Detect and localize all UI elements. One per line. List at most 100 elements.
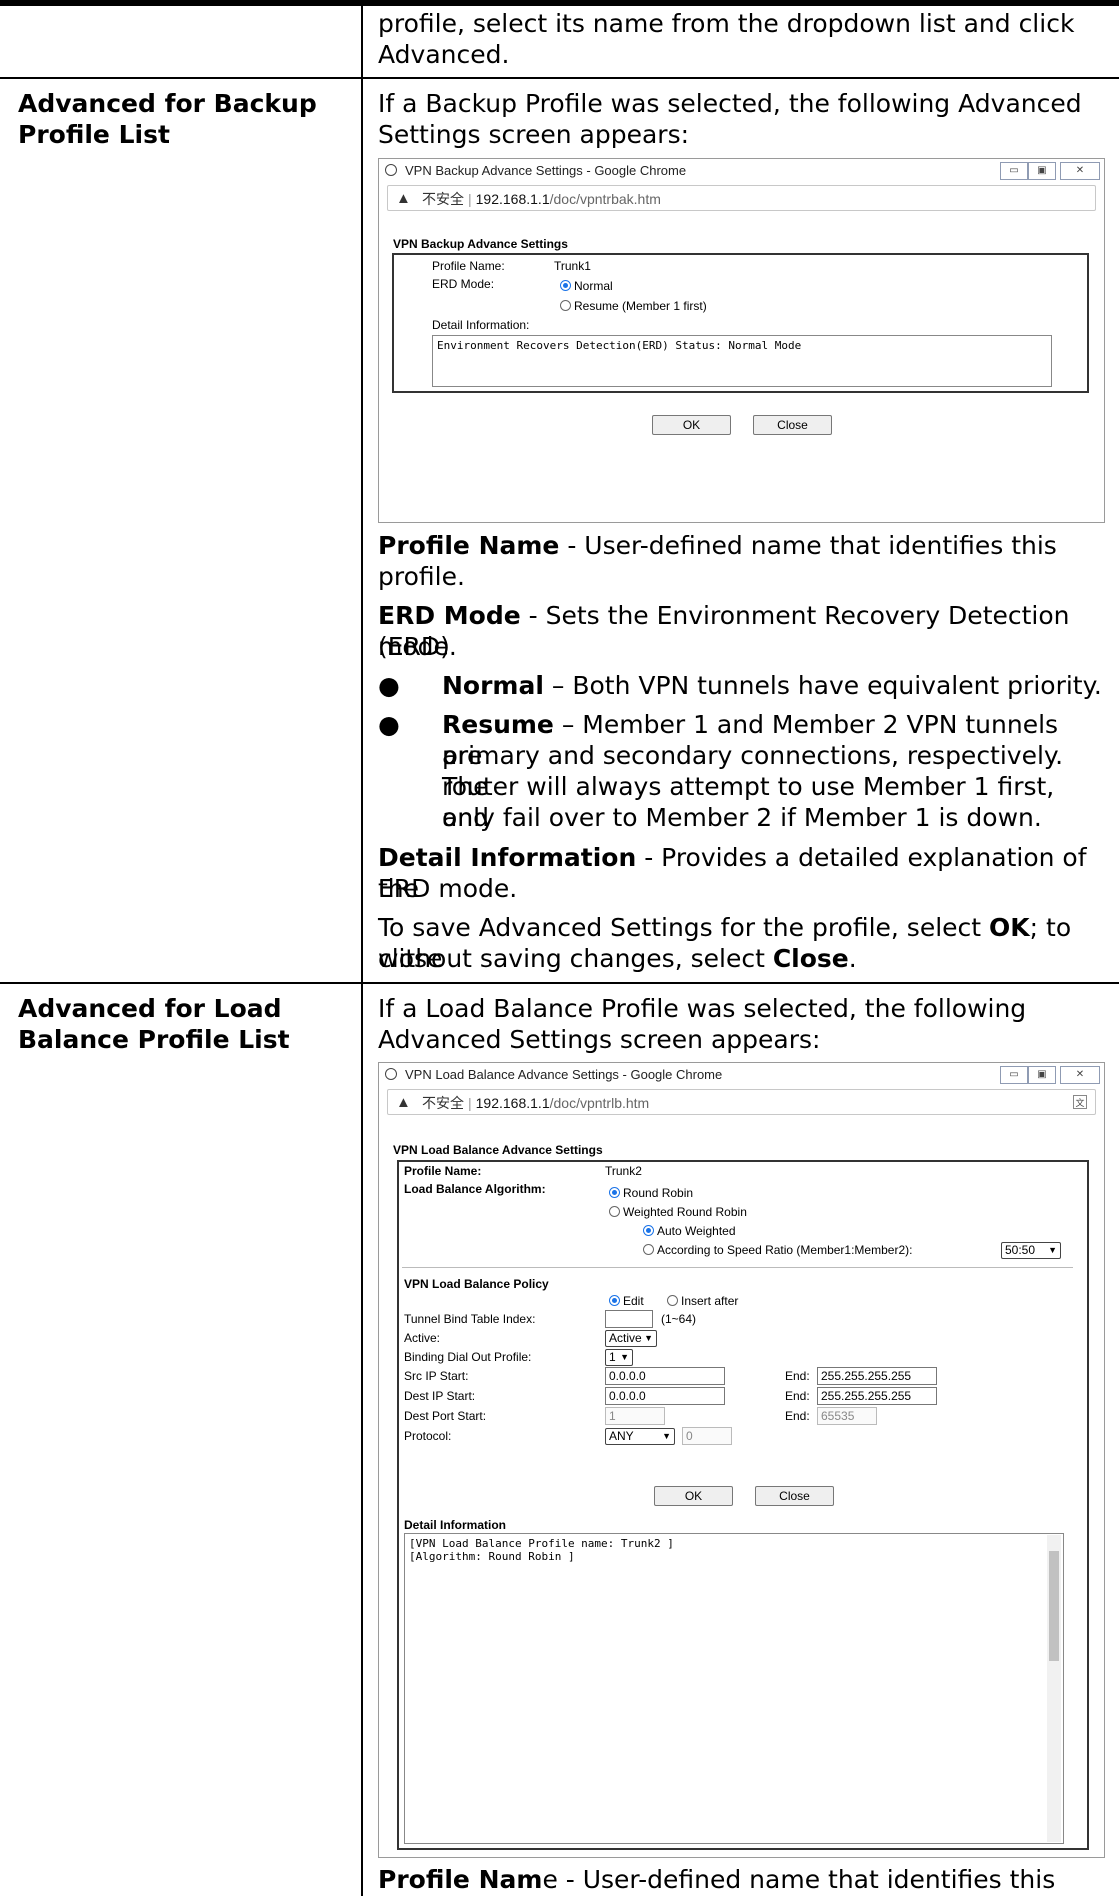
intro-text-line: Advanced.: [378, 40, 510, 69]
radio-icon[interactable]: [643, 1244, 654, 1255]
table-top-rule: [0, 0, 1119, 6]
bullet-icon: ●: [378, 710, 400, 739]
weighted-round-robin-option[interactable]: Weighted Round Robin: [609, 1205, 747, 1219]
round-robin-option[interactable]: Round Robin: [609, 1186, 693, 1200]
radio-selected-icon[interactable]: [560, 280, 571, 291]
row-label-backup-line2: Profile List: [18, 120, 170, 149]
intro-text-line: profile, select its name from the dropdo…: [378, 9, 1075, 38]
profile-name-label: Profile Name:: [432, 259, 505, 273]
backup-profile-name-desc: Profile Name - User-defined name that id…: [378, 531, 1057, 560]
address-bar[interactable]: ▲ 不安全 | 192.168.1.1/doc/vpntrlb.htm 文: [387, 1089, 1096, 1115]
maximize-icon[interactable]: ▣: [1028, 1066, 1056, 1084]
close-window-icon[interactable]: ✕: [1060, 1066, 1100, 1084]
insecure-label: 不安全: [422, 1095, 464, 1111]
dest-ip-input[interactable]: 0.0.0.0: [605, 1387, 725, 1405]
table-row-divider: [0, 77, 1119, 79]
radio-selected-icon[interactable]: [609, 1187, 620, 1198]
end-label: End:: [785, 1369, 810, 1383]
detail-info-textarea[interactable]: [VPN Load Balance Profile name: Trunk2 ]…: [404, 1533, 1064, 1844]
dest-port-label: Dest Port Start:: [404, 1409, 487, 1423]
radio-selected-icon[interactable]: [609, 1295, 620, 1306]
dest-ip-label: Dest IP Start:: [404, 1389, 476, 1403]
ratio-select[interactable]: 50:50 ▼: [1001, 1242, 1061, 1259]
tunnel-index-hint: (1~64): [661, 1312, 697, 1326]
active-label: Active:: [404, 1331, 441, 1345]
binding-label: Binding Dial Out Profile:: [404, 1350, 532, 1364]
minimize-icon[interactable]: ▭: [1000, 162, 1028, 180]
row-label-loadbalance-line2: Balance Profile List: [18, 1025, 290, 1054]
settings-frame: Profile Name: Trunk2 Load Balance Algori…: [397, 1160, 1089, 1850]
src-ip-end-input[interactable]: 255.255.255.255: [817, 1367, 937, 1385]
algorithm-label: Load Balance Algorithm:: [404, 1182, 546, 1196]
window-title: VPN Backup Advance Settings - Google Chr…: [405, 163, 687, 178]
radio-icon[interactable]: [667, 1295, 678, 1306]
maximize-icon[interactable]: ▣: [1028, 162, 1056, 180]
chevron-down-icon: ▼: [644, 1333, 653, 1343]
backup-save-desc-line2: without saving changes, select Close.: [378, 944, 857, 973]
translate-icon[interactable]: 文: [1073, 1095, 1087, 1109]
backup-erd-mode-desc-line2: mode.: [378, 632, 457, 661]
warning-icon: ▲: [396, 190, 411, 207]
scrollbar[interactable]: [1047, 1535, 1061, 1842]
insert-after-option[interactable]: Insert after: [667, 1294, 738, 1308]
detail-info-label: Detail Information:: [432, 318, 530, 332]
detail-info-line: [VPN Load Balance Profile name: Trunk2 ]: [409, 1537, 674, 1550]
ok-button[interactable]: OK: [654, 1486, 733, 1506]
radio-selected-icon[interactable]: [643, 1225, 654, 1236]
backup-detail-info-desc-line2: ERD mode.: [378, 874, 518, 903]
dest-ip-end-input[interactable]: 255.255.255.255: [817, 1387, 937, 1405]
src-ip-label: Src IP Start:: [404, 1369, 469, 1383]
window-title: VPN Load Balance Advance Settings - Goog…: [405, 1067, 723, 1082]
end-label: End:: [785, 1409, 810, 1423]
backup-intro: If a Backup Profile was selected, the fo…: [378, 89, 1082, 118]
erd-mode-label: ERD Mode:: [432, 277, 495, 291]
dest-port-input[interactable]: 1: [605, 1407, 665, 1425]
profile-name-label: Profile Name:: [404, 1164, 482, 1178]
loadbal-intro-line2: Advanced Settings screen appears:: [378, 1025, 821, 1054]
active-select[interactable]: Active ▼: [605, 1330, 657, 1347]
table-column-divider: [361, 0, 363, 1896]
window-title-bar: VPN Backup Advance Settings - Google Chr…: [379, 159, 1104, 183]
insecure-label: 不安全: [422, 191, 464, 207]
src-ip-input[interactable]: 0.0.0.0: [605, 1367, 725, 1385]
scrollbar-thumb[interactable]: [1049, 1551, 1059, 1661]
url-host: 192.168.1.1: [475, 1095, 550, 1111]
auto-weighted-option[interactable]: Auto Weighted: [643, 1224, 736, 1238]
profile-name-value: Trunk1: [554, 259, 591, 273]
backup-settings-window: VPN Backup Advance Settings - Google Chr…: [378, 158, 1105, 523]
protocol-label: Protocol:: [404, 1429, 452, 1443]
radio-icon[interactable]: [560, 300, 571, 311]
close-window-icon[interactable]: ✕: [1060, 162, 1100, 180]
url-path: /doc/vpntrbak.htm: [549, 191, 661, 207]
radio-icon[interactable]: [609, 1206, 620, 1217]
minimize-icon[interactable]: ▭: [1000, 1066, 1028, 1084]
divider: [402, 1267, 1073, 1268]
ok-button[interactable]: OK: [652, 415, 731, 435]
url-host: 192.168.1.1: [475, 191, 550, 207]
protocol-select[interactable]: ANY ▼: [605, 1428, 675, 1445]
erd-normal-option[interactable]: Normal: [560, 279, 613, 293]
tunnel-index-label: Tunnel Bind Table Index:: [404, 1312, 536, 1326]
end-label: End:: [785, 1389, 810, 1403]
backup-intro-line2: Settings screen appears:: [378, 120, 690, 149]
tunnel-index-input[interactable]: [605, 1310, 653, 1328]
chrome-globe-icon: [385, 164, 397, 176]
close-button[interactable]: Close: [753, 415, 832, 435]
speed-ratio-option[interactable]: According to Speed Ratio (Member1:Member…: [643, 1243, 912, 1257]
dest-port-end-input[interactable]: 65535: [817, 1407, 877, 1425]
edit-option[interactable]: Edit: [609, 1294, 644, 1308]
close-button[interactable]: Close: [755, 1486, 834, 1506]
chevron-down-icon: ▼: [662, 1431, 671, 1441]
url-path: /doc/vpntrlb.htm: [549, 1095, 650, 1111]
binding-select[interactable]: 1 ▼: [605, 1349, 633, 1366]
address-bar[interactable]: ▲ 不安全 | 192.168.1.1/doc/vpntrbak.htm: [387, 185, 1096, 211]
row-label-backup: Advanced for Backup: [18, 89, 317, 118]
protocol-number-input[interactable]: 0: [682, 1427, 732, 1445]
row-label-loadbalance: Advanced for Load: [18, 994, 282, 1023]
window-heading: VPN Load Balance Advance Settings: [393, 1143, 603, 1157]
detail-info-textarea[interactable]: Environment Recovers Detection(ERD) Stat…: [432, 335, 1052, 387]
erd-resume-option[interactable]: Resume (Member 1 first): [560, 299, 707, 313]
detail-info-heading: Detail Information: [404, 1518, 507, 1532]
policy-heading: VPN Load Balance Policy: [404, 1277, 549, 1291]
loadbal-intro: If a Load Balance Profile was selected, …: [378, 994, 1027, 1023]
